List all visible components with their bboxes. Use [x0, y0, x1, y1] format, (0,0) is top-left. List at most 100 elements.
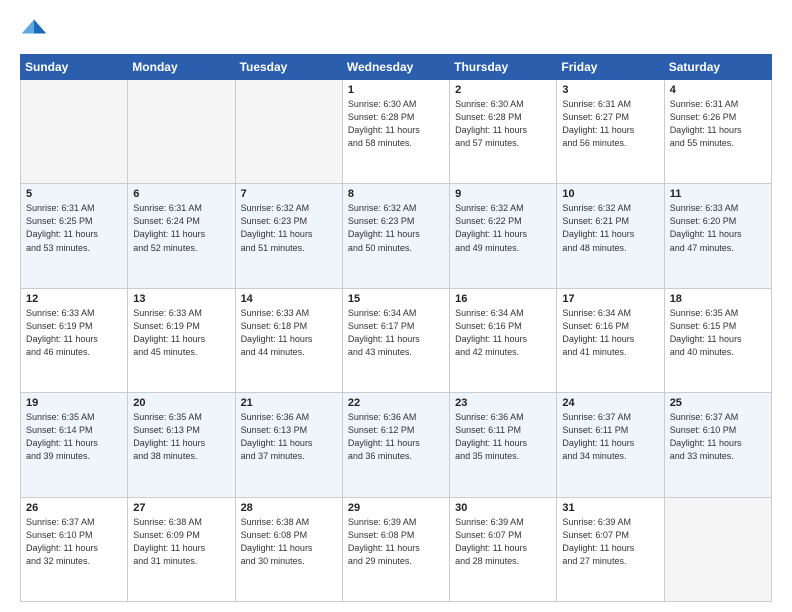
day-info: Sunrise: 6:38 AM Sunset: 6:09 PM Dayligh… [133, 516, 229, 568]
day-number: 30 [455, 502, 551, 514]
day-info: Sunrise: 6:37 AM Sunset: 6:11 PM Dayligh… [562, 411, 658, 463]
day-number: 27 [133, 502, 229, 514]
calendar-cell: 21 Sunrise: 6:36 AM Sunset: 6:13 PM Dayli… [235, 393, 342, 497]
day-number: 15 [348, 293, 444, 305]
day-number: 23 [455, 397, 551, 409]
day-info: Sunrise: 6:36 AM Sunset: 6:13 PM Dayligh… [241, 411, 337, 463]
calendar-header-tuesday: Tuesday [235, 55, 342, 80]
day-number: 13 [133, 293, 229, 305]
day-info: Sunrise: 6:31 AM Sunset: 6:24 PM Dayligh… [133, 202, 229, 254]
calendar-header-friday: Friday [557, 55, 664, 80]
calendar-header-thursday: Thursday [450, 55, 557, 80]
calendar-cell: 27 Sunrise: 6:38 AM Sunset: 6:09 PM Dayli… [128, 497, 235, 601]
day-info: Sunrise: 6:32 AM Sunset: 6:23 PM Dayligh… [241, 202, 337, 254]
calendar-cell: 11 Sunrise: 6:33 AM Sunset: 6:20 PM Dayli… [664, 184, 771, 288]
calendar-header-row: SundayMondayTuesdayWednesdayThursdayFrid… [21, 55, 772, 80]
calendar-cell: 3 Sunrise: 6:31 AM Sunset: 6:27 PM Daylig… [557, 80, 664, 184]
calendar-cell: 26Sunrise: 6:37 AM Sunset: 6:10 PM Dayli… [21, 497, 128, 601]
calendar-week-row: 12 Sunrise: 6:33 AM Sunset: 6:19 PM Dayli… [21, 288, 772, 392]
day-number: 9 [455, 188, 551, 200]
day-number: 28 [241, 502, 337, 514]
calendar-week-row: 1 Sunrise: 6:30 AM Sunset: 6:28 PM Daylig… [21, 80, 772, 184]
day-info: Sunrise: 6:39 AM Sunset: 6:08 PM Dayligh… [348, 516, 444, 568]
day-number: 14 [241, 293, 337, 305]
header [20, 16, 772, 44]
day-info: Sunrise: 6:33 AM Sunset: 6:20 PM Dayligh… [670, 202, 766, 254]
calendar-cell: 29 Sunrise: 6:39 AM Sunset: 6:08 PM Dayli… [342, 497, 449, 601]
day-info: Sunrise: 6:34 AM Sunset: 6:17 PM Dayligh… [348, 307, 444, 359]
calendar-cell: 31 Sunrise: 6:39 AM Sunset: 6:07 PM Dayli… [557, 497, 664, 601]
calendar-table: SundayMondayTuesdayWednesdayThursdayFrid… [20, 54, 772, 602]
day-number: 5 [26, 188, 122, 200]
day-number: 2 [455, 84, 551, 96]
day-info: Sunrise: 6:33 AM Sunset: 6:18 PM Dayligh… [241, 307, 337, 359]
calendar-cell: 2 Sunrise: 6:30 AM Sunset: 6:28 PM Daylig… [450, 80, 557, 184]
day-info: Sunrise: 6:37 AM Sunset: 6:10 PM Dayligh… [670, 411, 766, 463]
day-number: 25 [670, 397, 766, 409]
day-number: 6 [133, 188, 229, 200]
day-info: Sunrise: 6:39 AM Sunset: 6:07 PM Dayligh… [455, 516, 551, 568]
day-number: 12 [26, 293, 122, 305]
calendar-week-row: 19 Sunrise: 6:35 AM Sunset: 6:14 PM Dayli… [21, 393, 772, 497]
day-number: 3 [562, 84, 658, 96]
day-info: Sunrise: 6:31 AM Sunset: 6:25 PM Dayligh… [26, 202, 122, 254]
calendar-cell: 13 Sunrise: 6:33 AM Sunset: 6:19 PM Dayli… [128, 288, 235, 392]
day-info: Sunrise: 6:33 AM Sunset: 6:19 PM Dayligh… [26, 307, 122, 359]
day-info: Sunrise: 6:30 AM Sunset: 6:28 PM Dayligh… [348, 98, 444, 150]
day-number: 29 [348, 502, 444, 514]
calendar-header-wednesday: Wednesday [342, 55, 449, 80]
calendar-header-saturday: Saturday [664, 55, 771, 80]
calendar-cell: 16Sunrise: 6:34 AM Sunset: 6:16 PM Dayli… [450, 288, 557, 392]
day-info: Sunrise: 6:35 AM Sunset: 6:15 PM Dayligh… [670, 307, 766, 359]
calendar-cell: 1 Sunrise: 6:30 AM Sunset: 6:28 PM Daylig… [342, 80, 449, 184]
calendar-cell: 19 Sunrise: 6:35 AM Sunset: 6:14 PM Dayli… [21, 393, 128, 497]
day-info: Sunrise: 6:34 AM Sunset: 6:16 PM Dayligh… [455, 307, 551, 359]
calendar-cell: 6 Sunrise: 6:31 AM Sunset: 6:24 PM Daylig… [128, 184, 235, 288]
page: SundayMondayTuesdayWednesdayThursdayFrid… [0, 0, 792, 612]
day-number: 7 [241, 188, 337, 200]
day-number: 11 [670, 188, 766, 200]
calendar-cell: 4Sunrise: 6:31 AM Sunset: 6:26 PM Daylig… [664, 80, 771, 184]
calendar-cell [21, 80, 128, 184]
day-number: 22 [348, 397, 444, 409]
calendar-header-sunday: Sunday [21, 55, 128, 80]
day-info: Sunrise: 6:34 AM Sunset: 6:16 PM Dayligh… [562, 307, 658, 359]
day-number: 4 [670, 84, 766, 96]
calendar-cell: 17Sunrise: 6:34 AM Sunset: 6:16 PM Dayli… [557, 288, 664, 392]
day-number: 20 [133, 397, 229, 409]
calendar-cell [664, 497, 771, 601]
calendar-cell: 5 Sunrise: 6:31 AM Sunset: 6:25 PM Daylig… [21, 184, 128, 288]
calendar-header-monday: Monday [128, 55, 235, 80]
calendar-cell: 15 Sunrise: 6:34 AM Sunset: 6:17 PM Dayli… [342, 288, 449, 392]
day-info: Sunrise: 6:39 AM Sunset: 6:07 PM Dayligh… [562, 516, 658, 568]
day-info: Sunrise: 6:32 AM Sunset: 6:23 PM Dayligh… [348, 202, 444, 254]
day-number: 1 [348, 84, 444, 96]
calendar-cell: 12 Sunrise: 6:33 AM Sunset: 6:19 PM Dayli… [21, 288, 128, 392]
day-number: 19 [26, 397, 122, 409]
logo-icon [20, 16, 48, 44]
day-number: 21 [241, 397, 337, 409]
day-info: Sunrise: 6:32 AM Sunset: 6:22 PM Dayligh… [455, 202, 551, 254]
calendar-week-row: 5 Sunrise: 6:31 AM Sunset: 6:25 PM Daylig… [21, 184, 772, 288]
calendar-cell: 14 Sunrise: 6:33 AM Sunset: 6:18 PM Dayli… [235, 288, 342, 392]
day-number: 10 [562, 188, 658, 200]
calendar-cell: 22 Sunrise: 6:36 AM Sunset: 6:12 PM Dayli… [342, 393, 449, 497]
day-number: 18 [670, 293, 766, 305]
day-info: Sunrise: 6:36 AM Sunset: 6:12 PM Dayligh… [348, 411, 444, 463]
day-info: Sunrise: 6:37 AM Sunset: 6:10 PM Dayligh… [26, 516, 122, 568]
calendar-week-row: 26Sunrise: 6:37 AM Sunset: 6:10 PM Dayli… [21, 497, 772, 601]
calendar-cell: 30 Sunrise: 6:39 AM Sunset: 6:07 PM Dayli… [450, 497, 557, 601]
calendar-cell: 9 Sunrise: 6:32 AM Sunset: 6:22 PM Daylig… [450, 184, 557, 288]
day-info: Sunrise: 6:35 AM Sunset: 6:13 PM Dayligh… [133, 411, 229, 463]
calendar-cell [235, 80, 342, 184]
day-info: Sunrise: 6:35 AM Sunset: 6:14 PM Dayligh… [26, 411, 122, 463]
logo [20, 16, 52, 44]
day-info: Sunrise: 6:31 AM Sunset: 6:27 PM Dayligh… [562, 98, 658, 150]
calendar-cell: 10Sunrise: 6:32 AM Sunset: 6:21 PM Dayli… [557, 184, 664, 288]
day-info: Sunrise: 6:33 AM Sunset: 6:19 PM Dayligh… [133, 307, 229, 359]
day-info: Sunrise: 6:30 AM Sunset: 6:28 PM Dayligh… [455, 98, 551, 150]
day-info: Sunrise: 6:38 AM Sunset: 6:08 PM Dayligh… [241, 516, 337, 568]
calendar-cell: 18 Sunrise: 6:35 AM Sunset: 6:15 PM Dayli… [664, 288, 771, 392]
day-number: 31 [562, 502, 658, 514]
day-number: 8 [348, 188, 444, 200]
